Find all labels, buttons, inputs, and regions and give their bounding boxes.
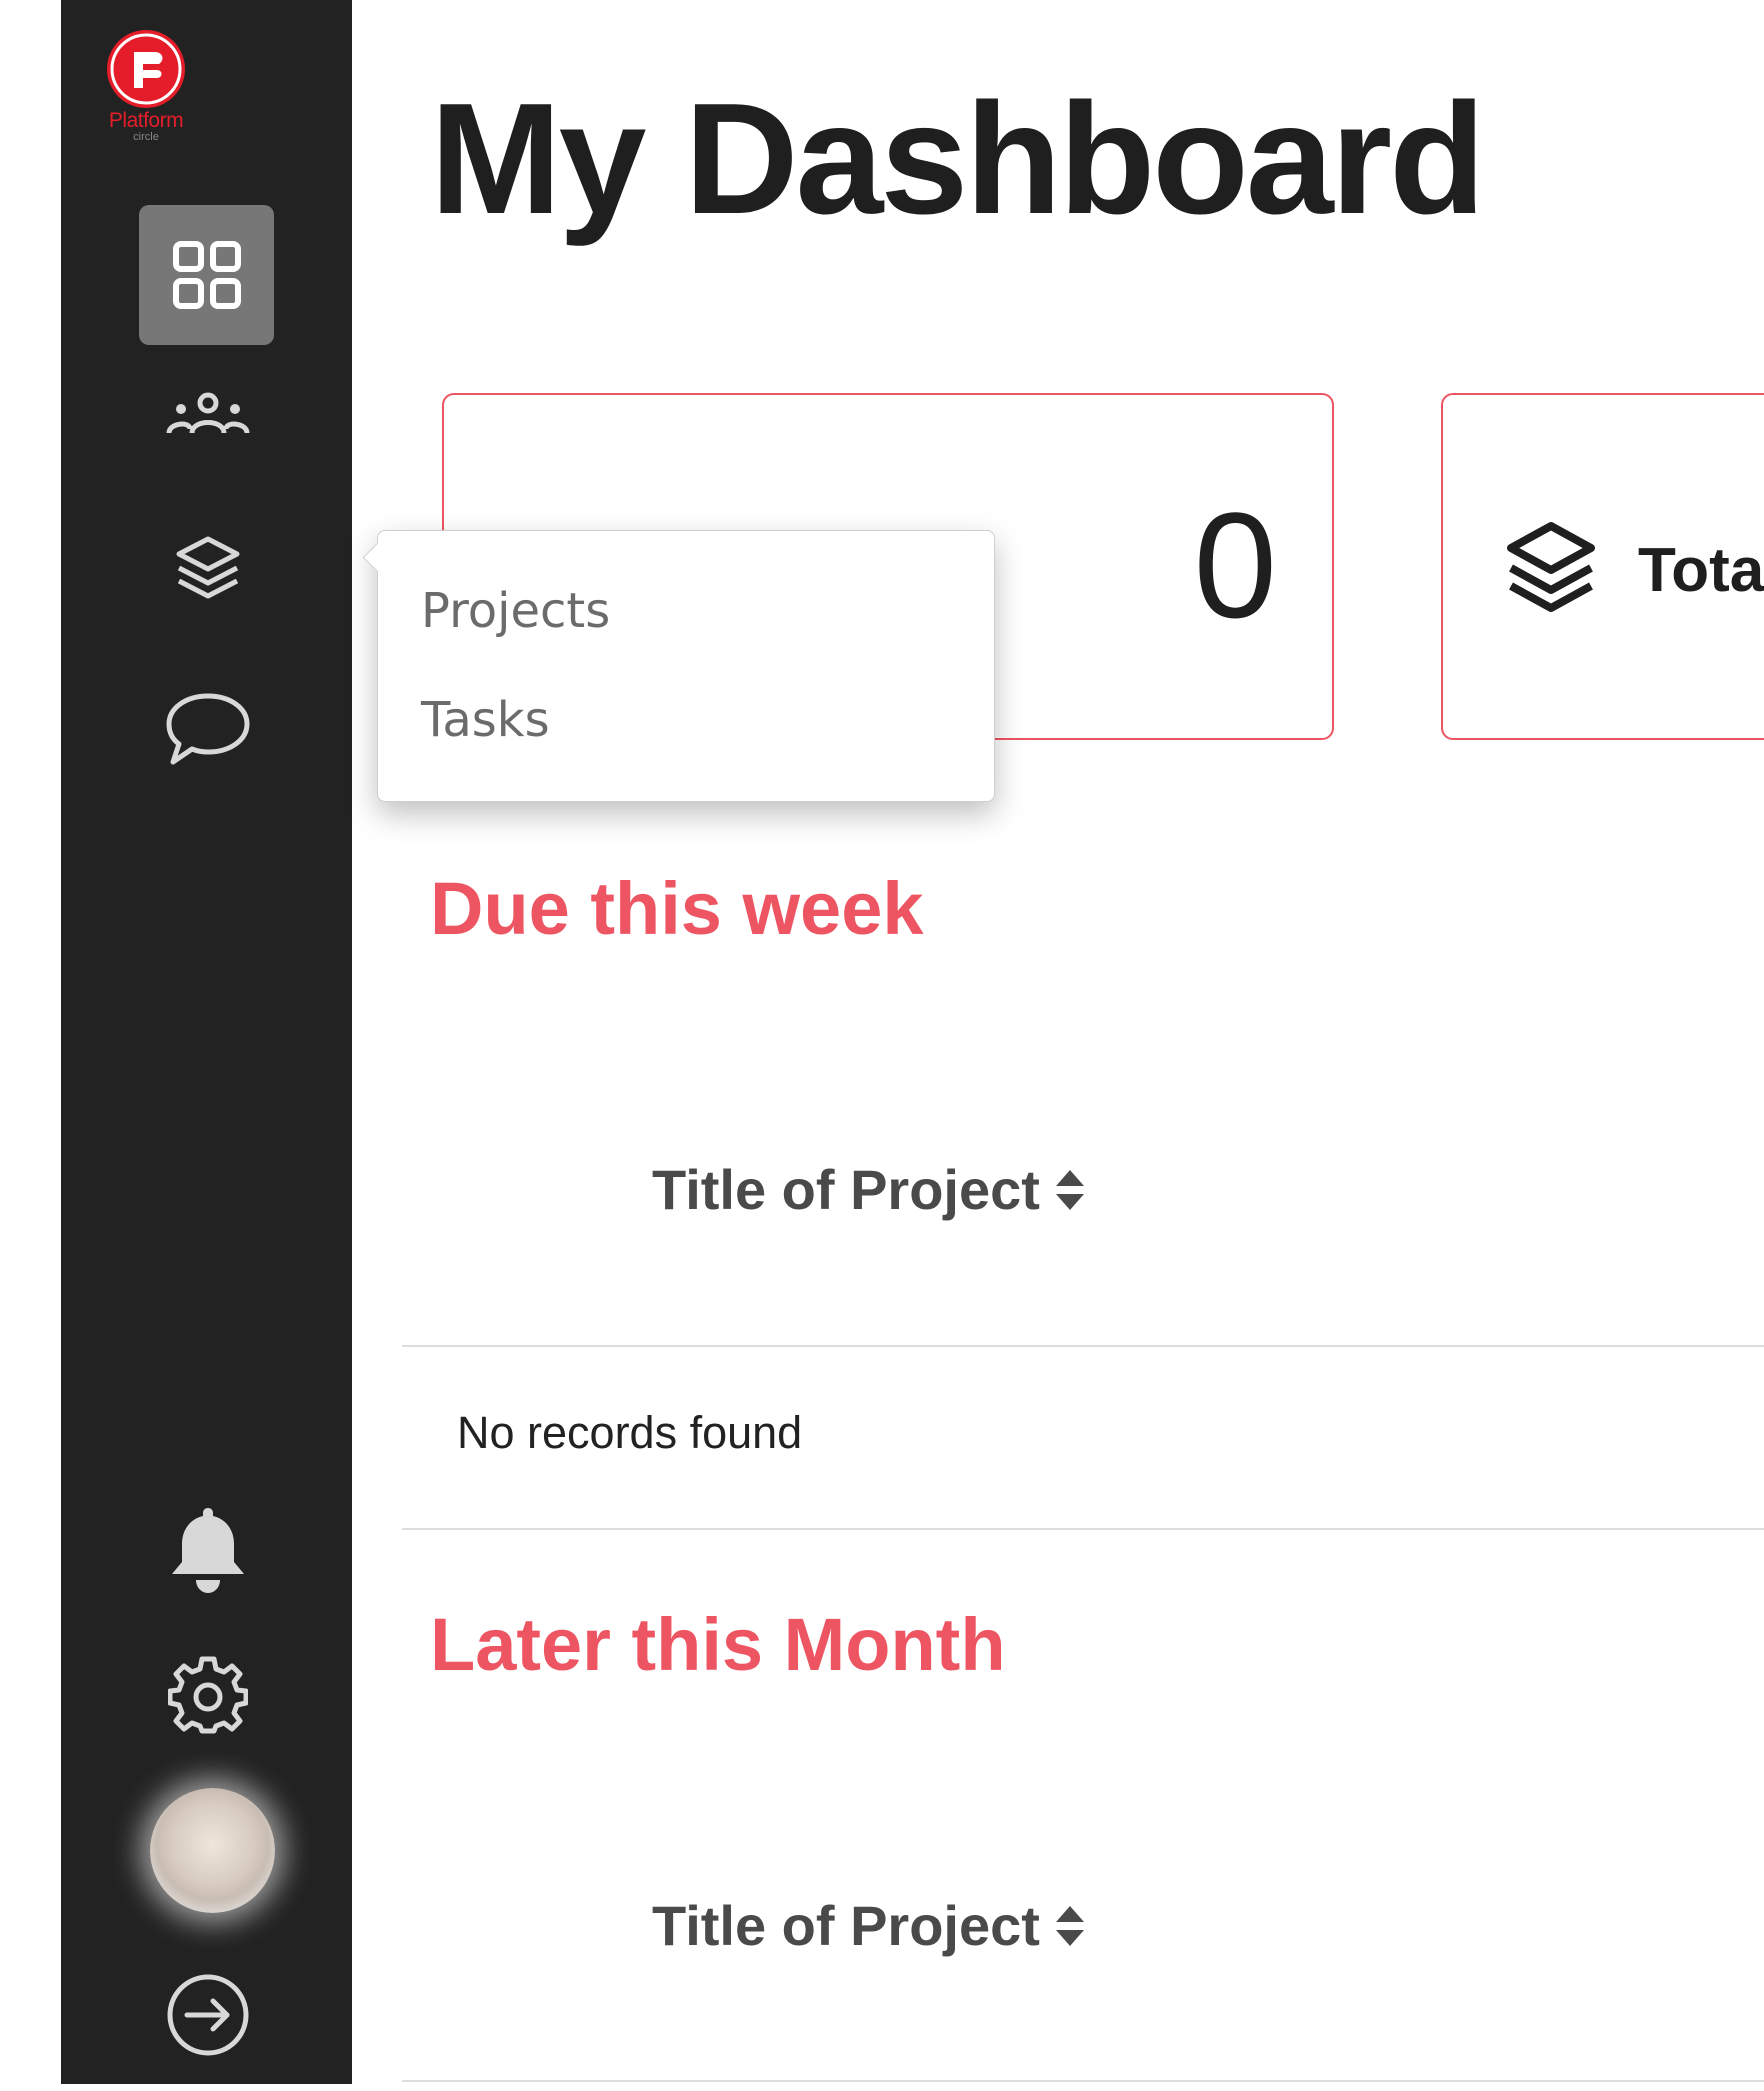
- table-divider: [402, 1345, 1764, 1347]
- dashboard-grid-icon: [172, 241, 241, 309]
- gear-icon: [167, 1656, 248, 1734]
- sidebar-item-dashboard[interactable]: [139, 205, 274, 345]
- sidebar-item-messages[interactable]: [155, 685, 260, 775]
- table-divider: [402, 1528, 1764, 1530]
- sort-icon: [1055, 1905, 1084, 1946]
- platform-logo-icon: [107, 30, 185, 108]
- empty-state-message: No records found: [457, 1407, 803, 1458]
- bell-icon: [171, 1508, 244, 1593]
- layers-icon: [176, 536, 239, 599]
- column-header-label: Title of Project: [652, 1158, 1040, 1221]
- stat-card-label: Tota: [1638, 536, 1764, 605]
- brand-subtitle: circle: [133, 131, 159, 143]
- main-content: My Dashboard s 0 Tota Due this week Titl…: [352, 0, 1764, 2091]
- layers-icon: [1503, 520, 1599, 621]
- stat-card-total[interactable]: Tota: [1441, 393, 1764, 740]
- team-icon: [166, 392, 249, 434]
- sort-icon: [1055, 1169, 1084, 1210]
- menu-item-projects[interactable]: Projects: [421, 583, 610, 639]
- sidebar-item-team[interactable]: [155, 385, 260, 445]
- menu-item-tasks[interactable]: Tasks: [421, 692, 550, 748]
- table-divider: [402, 2080, 1764, 2082]
- column-header-title-of-project[interactable]: Title of Project: [652, 1157, 1090, 1222]
- projects-flyout-menu: Projects Tasks: [362, 530, 995, 802]
- brand-name: Platform: [108, 109, 184, 132]
- sidebar-item-settings[interactable]: [160, 1650, 255, 1740]
- logout-arrow-icon: [167, 1974, 248, 2056]
- column-header-label: Title of Project: [652, 1894, 1040, 1957]
- section-title-due-this-week: Due this week: [430, 867, 924, 950]
- section-title-later-this-month: Later this Month: [430, 1603, 1006, 1686]
- user-avatar[interactable]: [150, 1788, 275, 1913]
- page-title: My Dashboard: [430, 71, 1486, 247]
- chat-bubble-icon: [166, 693, 249, 765]
- sidebar-item-logout[interactable]: [160, 1970, 255, 2060]
- brand-logo[interactable]: Platform circle: [90, 30, 202, 143]
- window-edge: [0, 0, 61, 2091]
- sidebar-item-projects[interactable]: [160, 530, 255, 606]
- column-header-title-of-project[interactable]: Title of Project: [652, 1893, 1090, 1958]
- sidebar-item-notifications[interactable]: [160, 1500, 255, 1600]
- stat-card-value: 0: [1193, 481, 1277, 649]
